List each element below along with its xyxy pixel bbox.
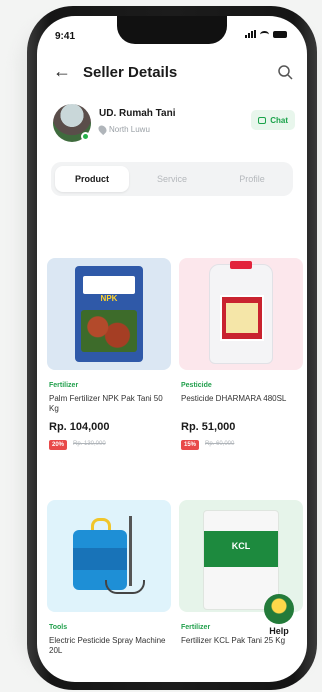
product-card[interactable]: KCL Fertilizer Fertilizer KCL Pak Tani 2… <box>179 500 303 680</box>
chat-button[interactable]: Chat <box>251 110 295 130</box>
discount-badge: 20% <box>49 440 68 450</box>
product-card[interactable]: NPK Fertilizer Palm Fertilizer NPK Pak T… <box>47 258 171 458</box>
chat-button-label: Chat <box>270 115 288 125</box>
product-card[interactable]: Pesticide Pesticide DHARMARA 480SL Rp. 5… <box>179 258 303 458</box>
chat-bubble-icon <box>258 116 267 124</box>
fertilizer-bag-image: NPK <box>75 266 143 362</box>
search-icon[interactable] <box>277 64 293 80</box>
product-price: Rp. 104,000 <box>49 421 110 433</box>
original-price: Rp. 130,000 <box>73 441 106 447</box>
help-button[interactable]: Help <box>262 594 296 644</box>
product-name: Palm Fertilizer NPK Pak Tani 50 Kg <box>49 394 163 413</box>
product-image <box>47 500 171 612</box>
battery-icon <box>273 30 287 38</box>
bag-label: NPK <box>100 294 118 303</box>
notch <box>117 16 227 44</box>
online-indicator <box>81 132 90 141</box>
app-header: ← Seller Details <box>37 54 307 94</box>
bag-label: KCL <box>231 541 251 551</box>
wifi-icon <box>260 30 269 38</box>
status-time: 9:41 <box>55 31 76 42</box>
location-pin-icon <box>96 123 109 136</box>
product-card[interactable]: Tools Electric Pesticide Spray Machine 2… <box>47 500 171 680</box>
product-name: Electric Pesticide Spray Machine 20L <box>49 636 166 655</box>
status-icons <box>245 30 287 38</box>
tab-bar: Product Service Profile <box>51 162 293 196</box>
discount-badge: 15% <box>181 440 200 450</box>
seller-name: UD. Rumah Tani <box>99 108 176 119</box>
product-category: Tools <box>49 624 68 631</box>
seller-location: North Luwu <box>96 123 150 136</box>
help-label: Help <box>262 626 296 636</box>
back-arrow-icon[interactable]: ← <box>53 61 71 82</box>
product-category: Pesticide <box>181 382 212 389</box>
tab-product[interactable]: Product <box>55 166 129 192</box>
tab-profile[interactable]: Profile <box>215 166 289 192</box>
seller-location-text: North Luwu <box>109 125 150 134</box>
pesticide-bottle-image <box>209 261 273 364</box>
product-name: Pesticide DHARMARA 480SL <box>181 394 287 403</box>
signal-icon <box>245 30 256 38</box>
product-price: Rp. 51,000 <box>181 421 236 433</box>
product-image: NPK <box>47 258 171 370</box>
help-mascot-icon <box>264 594 294 624</box>
seller-info: UD. Rumah Tani North Luwu Chat <box>53 104 295 150</box>
product-image <box>179 258 303 370</box>
product-category: Fertilizer <box>49 382 79 389</box>
phone-frame: 9:41 ← Seller Details UD. Rumah Tani Nor… <box>27 6 317 690</box>
product-category: Fertilizer <box>181 624 211 631</box>
phone-screen: 9:41 ← Seller Details UD. Rumah Tani Nor… <box>37 16 307 682</box>
page-title: Seller Details <box>83 64 178 81</box>
original-price: Rp. 60,000 <box>205 441 235 447</box>
tab-service[interactable]: Service <box>135 166 209 192</box>
